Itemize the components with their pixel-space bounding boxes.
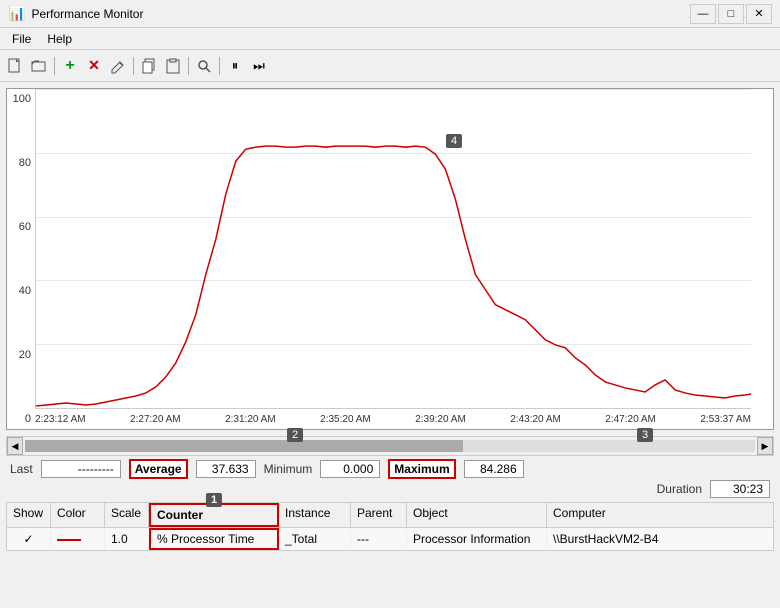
- sep1: [54, 57, 55, 75]
- data-table: Show Color Scale Counter 1 Instance Pare…: [6, 502, 774, 551]
- y-label-60: 60: [7, 221, 35, 233]
- x-label-7: 2:53:37 AM: [700, 414, 751, 425]
- menu-help[interactable]: Help: [39, 30, 80, 48]
- td-show[interactable]: ✓: [7, 530, 51, 548]
- x-label-5: 2:43:20 AM: [510, 414, 561, 425]
- sep4: [219, 57, 220, 75]
- sep3: [188, 57, 189, 75]
- y-label-20: 20: [7, 349, 35, 361]
- badge-2: 2: [287, 428, 303, 442]
- td-instance: _Total: [279, 530, 351, 548]
- zoom-button[interactable]: [193, 55, 215, 77]
- th-parent[interactable]: Parent: [351, 503, 407, 527]
- menu-file[interactable]: File: [4, 30, 39, 48]
- duration-label: Duration: [657, 482, 702, 496]
- window-controls: — □ ✕: [690, 4, 772, 24]
- scrollbar-area: ◀ ▶ 2 3: [6, 436, 774, 456]
- duration-value: 30:23: [710, 480, 770, 498]
- y-label-80: 80: [7, 157, 35, 169]
- sep2: [133, 57, 134, 75]
- open-button[interactable]: [28, 55, 50, 77]
- minimum-label: Minimum: [264, 462, 313, 476]
- y-label-100: 100: [7, 93, 35, 105]
- td-parent: ---: [351, 530, 407, 548]
- badge-3: 3: [637, 428, 653, 442]
- x-label-2: 2:31:20 AM: [225, 414, 276, 425]
- x-label-1: 2:27:20 AM: [130, 414, 181, 425]
- last-label: Last: [10, 462, 33, 476]
- th-scale[interactable]: Scale: [105, 503, 149, 527]
- step-button[interactable]: ⏭: [248, 55, 270, 77]
- x-label-3: 2:35:20 AM: [320, 414, 371, 425]
- y-label-40: 40: [7, 285, 35, 297]
- badge-4: 4: [446, 134, 462, 148]
- td-color: [51, 530, 105, 548]
- table-row: ✓ 1.0 % Processor Time _Total --- Proces…: [7, 528, 773, 550]
- badge-1: 1: [206, 493, 222, 507]
- close-button[interactable]: ✕: [746, 4, 772, 24]
- chart-plot: 4: [35, 89, 751, 409]
- maximize-button[interactable]: □: [718, 4, 744, 24]
- copy-button[interactable]: [138, 55, 160, 77]
- maximum-value: 84.286: [464, 460, 524, 478]
- y-axis: 100 80 60 40 20 0: [7, 89, 35, 429]
- window-title: Performance Monitor: [31, 7, 143, 21]
- table-header: Show Color Scale Counter 1 Instance Pare…: [7, 503, 773, 528]
- scroll-thumb[interactable]: [25, 440, 463, 452]
- pause-button[interactable]: ⏸: [224, 55, 246, 77]
- delete-button[interactable]: ✕: [83, 55, 105, 77]
- th-instance[interactable]: Instance: [279, 503, 351, 527]
- chart-area: 100 80 60 40 20 0 4 2:23:12 AM 2: [7, 89, 751, 429]
- th-computer[interactable]: Computer: [547, 503, 773, 527]
- scroll-left-button[interactable]: ◀: [7, 437, 23, 455]
- td-object: Processor Information: [407, 530, 547, 548]
- maximum-label: Maximum: [388, 459, 455, 479]
- th-counter[interactable]: Counter 1: [149, 503, 279, 527]
- color-swatch: [57, 539, 81, 541]
- td-computer: \\BurstHackVM2-B4: [547, 530, 773, 548]
- add-counter-button[interactable]: +: [59, 55, 81, 77]
- title-bar: 📊 Performance Monitor — □ ✕: [0, 0, 780, 28]
- th-color[interactable]: Color: [51, 503, 105, 527]
- toolbar: + ✕ ⏸ ⏭: [0, 50, 780, 82]
- new-button[interactable]: [4, 55, 26, 77]
- stats-row: Last --------- Average 37.633 Minimum 0.…: [0, 458, 780, 480]
- paste-button[interactable]: [162, 55, 184, 77]
- x-label-6: 2:47:20 AM: [605, 414, 656, 425]
- minimize-button[interactable]: —: [690, 4, 716, 24]
- performance-line: [36, 89, 751, 408]
- chart-container: 100 80 60 40 20 0 4 2:23:12 AM 2: [6, 88, 774, 430]
- minimum-value: 0.000: [320, 460, 380, 478]
- edit-button[interactable]: [107, 55, 129, 77]
- average-value: 37.633: [196, 460, 256, 478]
- duration-row: Duration 30:23: [0, 480, 780, 498]
- x-axis: 2:23:12 AM 2:27:20 AM 2:31:20 AM 2:35:20…: [35, 409, 751, 429]
- app-icon: 📊: [8, 5, 25, 22]
- average-label: Average: [129, 459, 188, 479]
- th-show[interactable]: Show: [7, 503, 51, 527]
- td-counter: % Processor Time: [149, 528, 279, 550]
- x-label-4: 2:39:20 AM: [415, 414, 466, 425]
- scroll-right-button[interactable]: ▶: [757, 437, 773, 455]
- y-label-0: 0: [7, 413, 35, 425]
- th-object[interactable]: Object: [407, 503, 547, 527]
- last-value: ---------: [41, 460, 121, 478]
- menu-bar: File Help: [0, 28, 780, 50]
- x-label-0: 2:23:12 AM: [35, 414, 86, 425]
- td-scale: 1.0: [105, 530, 149, 548]
